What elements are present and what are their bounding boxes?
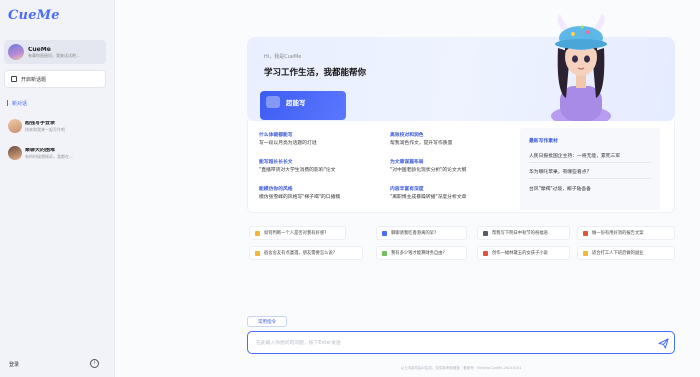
skill-item[interactable]: 能写超长长长文 "直播带货对大学生消费的影响"论文 <box>259 160 336 174</box>
footer-disclaimer: 以上内容均由AI生成，仅供参考和借鉴 · 备案号：Beijing-CueMe-2… <box>400 366 522 370</box>
suggestion-icon <box>255 230 260 236</box>
assistant-subtitle: 有事你直接问，我来试试吧... <box>28 52 80 58</box>
section-label: 新对话 <box>12 101 28 107</box>
suggestion-text: 聊聊请我吃香港离的早? <box>391 231 437 236</box>
chat-input-box <box>247 331 675 354</box>
news-item[interactable]: 人民日报批国企主持：一将无能，累死三军 <box>529 152 620 159</box>
conversation-item[interactable]: 聚聊天的困难 有的时候想倾诉，我都在... <box>8 146 108 160</box>
skill-desc: "离职博主成暴躁转播"深度分析文章 <box>390 194 467 200</box>
new-chat-icon <box>11 76 17 82</box>
assistant-character-illustration <box>551 14 611 121</box>
conversation-title: 聚聊天的困难 <box>25 147 56 153</box>
skill-title: 内容丰富有深度 <box>390 187 424 192</box>
suggestion-chip[interactable]: 帮我写下明日中秋节的祝福语 <box>477 226 570 240</box>
suggestion-text: 如何判断一个人是否对我有好感? <box>264 231 327 236</box>
chat-input[interactable] <box>256 338 636 348</box>
conversation-preview: 快来和我来一起写作吧 <box>25 126 65 132</box>
skill-desc: 模仿张雪峰的风格写"梯子喝"的口播稿 <box>259 194 341 200</box>
news-item[interactable]: 华为哪吒苹果，有哪些看点? <box>529 168 589 175</box>
new-chat-label: 开启新话题 <box>21 76 47 83</box>
skill-item[interactable]: 能模仿你的风格 模仿张雪峰的风格写"梯子喝"的口播稿 <box>259 187 341 201</box>
suggestion-text: 宿舍舍友有点邋遢，朋友需要怎么说? <box>264 251 336 256</box>
suggestion-text: 创作一幅林黛玉的女孩子小说 <box>492 251 548 256</box>
suggestion-chip[interactable]: 适合打工人下班后做的副业 <box>577 246 675 260</box>
skill-item[interactable]: 为文章谋篇布局 "对中国老龄化现状分析"的论文大纲 <box>390 160 467 174</box>
skill-title: 能模仿你的风格 <box>259 187 293 192</box>
assistant-name: CueMe <box>28 46 51 53</box>
suggestion-text: 帮我写下明日中秋节的祝福语 <box>492 231 548 236</box>
super-write-label: 超能写 <box>286 99 306 107</box>
suggestion-icon <box>583 250 588 256</box>
suggestion-icon <box>382 230 387 236</box>
assistant-card[interactable]: CueMe 有事你直接问，我来试试吧... <box>4 40 106 64</box>
login-link[interactable]: 登录 <box>9 361 19 368</box>
suggestion-text: 我有多少钱才能算财务自由? <box>391 251 445 256</box>
skill-item[interactable]: 高效校对和润色 帮我润色作文，提升写作质量 <box>390 133 453 147</box>
news-divider <box>529 162 651 163</box>
conversation-title: 超强写手登录 <box>25 120 56 126</box>
skill-title: 高效校对和润色 <box>390 133 424 138</box>
skill-desc: "直播带货对大学生消费的影响"论文 <box>259 167 336 173</box>
skill-desc: "对中国老龄化现状分析"的论文大纲 <box>390 167 467 173</box>
conversation-avatar <box>8 146 22 160</box>
suggestion-chip[interactable]: 聊聊请我吃香港离的早? <box>376 226 467 240</box>
conversation-preview: 有的时候想倾诉，我都在... <box>25 153 73 159</box>
news-title: 最新写作素材 <box>529 139 558 144</box>
section-indicator <box>7 100 8 106</box>
news-divider <box>529 178 651 179</box>
skill-item[interactable]: 什么体裁都能写 写一段以月亮为话题的灯谜 <box>259 133 317 147</box>
suggestion-text: 做一份有用好消的报告文案 <box>592 231 644 236</box>
conversation-avatar <box>8 119 22 133</box>
pen-icon <box>266 96 280 108</box>
suggestion-chip[interactable]: 宿舍舍友有点邋遢，朋友需要怎么说? <box>249 246 363 260</box>
sidebar: CueMe CueMe 有事你直接问，我来试试吧... 开启新话题 新对话 超强… <box>0 0 115 377</box>
suggestion-chip[interactable]: 如何判断一个人是否对我有好感? <box>249 226 346 240</box>
skill-desc: 写一段以月亮为话题的灯谜 <box>259 140 317 146</box>
send-icon[interactable] <box>658 338 669 349</box>
suggestion-icon <box>483 230 488 236</box>
info-icon[interactable]: i <box>90 359 99 368</box>
common-commands-button[interactable]: 常用指令 <box>247 316 287 327</box>
skill-title: 什么体裁都能写 <box>259 133 293 138</box>
conversation-item[interactable]: 超强写手登录 快来和我来一起写作吧 <box>8 119 108 133</box>
app-logo[interactable]: CueMe <box>8 8 60 23</box>
assistant-avatar <box>8 44 24 60</box>
suggestion-chip[interactable]: 做一份有用好消的报告文案 <box>577 226 675 240</box>
hero-title: 学习工作生活，我都能帮你 <box>264 68 367 78</box>
hero-subtitle: Hi，我是CueMe <box>264 54 302 60</box>
suggestion-chip[interactable]: 创作一幅林黛玉的女孩子小说 <box>477 246 570 260</box>
skill-item[interactable]: 内容丰富有深度 "离职博主成暴躁转播"深度分析文章 <box>390 187 467 201</box>
skill-title: 能写超长长长文 <box>259 160 293 165</box>
news-item[interactable]: 台风"摩羯"过境，椰子陆吾备 <box>529 185 591 192</box>
suggestion-icon <box>583 230 588 236</box>
new-chat-button[interactable]: 开启新话题 <box>4 70 106 88</box>
suggestion-icon <box>483 250 488 256</box>
skill-title: 为文章谋篇布局 <box>390 160 424 165</box>
suggestion-text: 适合打工人下班后做的副业 <box>592 251 644 256</box>
suggestion-icon <box>382 250 387 256</box>
suggestion-chip[interactable]: 我有多少钱才能算财务自由? <box>376 246 467 260</box>
skill-desc: 帮我润色作文，提升写作质量 <box>390 140 453 146</box>
suggestion-icon <box>255 250 260 256</box>
